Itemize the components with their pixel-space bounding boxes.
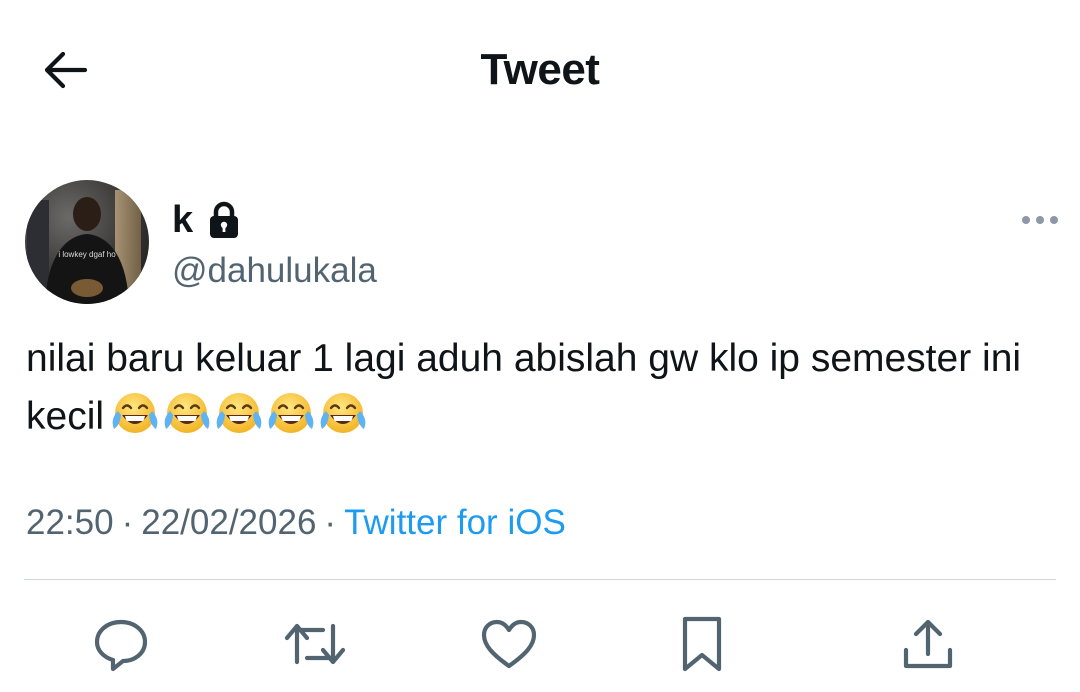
page-title: Tweet: [480, 45, 600, 94]
meta-separator: ·: [324, 503, 337, 542]
top-bar: Tweet: [0, 0, 1080, 140]
reply-button[interactable]: [89, 612, 153, 676]
meta-separator: ·: [121, 503, 134, 542]
face-with-tears-of-joy-icon: [268, 393, 314, 433]
like-button[interactable]: [477, 612, 541, 676]
reply-icon: [94, 619, 148, 672]
face-with-tears-of-joy-icon: [112, 393, 158, 433]
avatar[interactable]: i lowkey dgaf ho: [25, 180, 149, 304]
face-with-tears-of-joy-icon: [320, 393, 366, 433]
retweet-icon: [284, 623, 346, 665]
author-name-row[interactable]: k: [172, 196, 241, 244]
emoji-group: [110, 391, 370, 437]
divider: [24, 579, 1056, 580]
author-display-name: k: [172, 199, 194, 241]
face-with-tears-of-joy-icon: [164, 393, 210, 433]
more-options-button[interactable]: [1016, 206, 1064, 234]
tweet-metadata: 22:50 · 22/02/2026 · Twitter for iOS: [26, 500, 566, 546]
author-handle[interactable]: @dahulukala: [172, 248, 377, 294]
tweet-source-link[interactable]: Twitter for iOS: [344, 503, 566, 542]
share-icon: [903, 619, 953, 669]
tweet-time: 22:50: [26, 503, 114, 542]
tweet-date: 22/02/2026: [141, 503, 317, 542]
share-button[interactable]: [896, 612, 960, 676]
bookmark-button[interactable]: [670, 612, 734, 676]
retweet-button[interactable]: [283, 612, 347, 676]
bookmark-icon: [682, 616, 722, 672]
lock-icon: [210, 201, 239, 238]
more-icon: [1022, 216, 1058, 224]
heart-icon: [481, 619, 537, 669]
avatar-shirt-text: i lowkey dgaf ho: [58, 250, 116, 259]
face-with-tears-of-joy-icon: [216, 393, 262, 433]
tweet-text: nilai baru keluar 1 lagi aduh abislah gw…: [26, 330, 1056, 446]
